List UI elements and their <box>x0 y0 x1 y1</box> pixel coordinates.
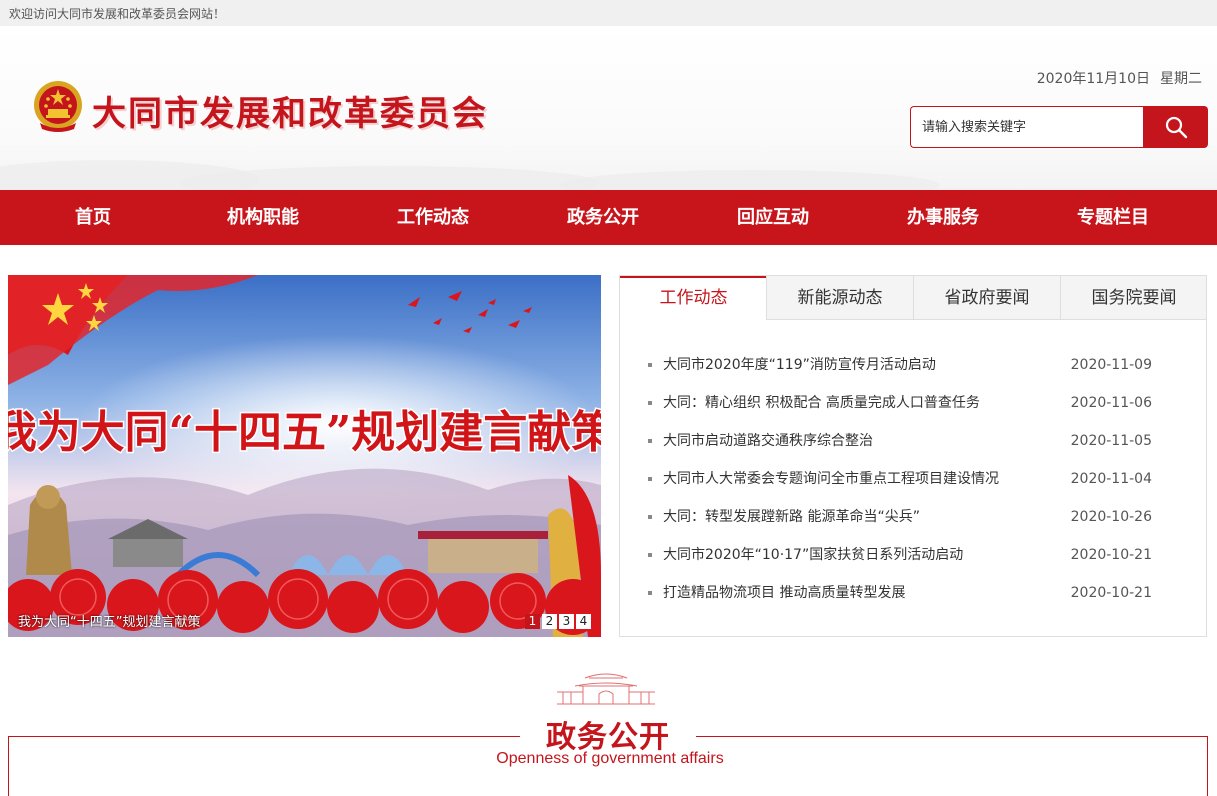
news-title[interactable]: 大同：精心组织 积极配合 高质量完成人口普查任务 <box>663 392 980 414</box>
current-date: 2020年11月10日 星期二 <box>1037 68 1202 88</box>
bullet-icon <box>648 591 652 595</box>
bullet-icon <box>648 439 652 443</box>
banner-slider[interactable]: 我为大同“十四五”规划建言献策 我为大同“十四五”规划建言献策 1 2 3 4 <box>8 275 601 637</box>
search-input[interactable] <box>910 106 1143 148</box>
news-panel: 工作动态 新能源动态 省政府要闻 国务院要闻 大同市2020年度“119”消防宣… <box>619 275 1207 637</box>
news-list: 大同市2020年度“119”消防宣传月活动启动 2020-11-09 大同：精心… <box>648 354 1178 620</box>
section-title-wrap: 政务公开 <box>520 712 696 755</box>
tab-state-council-news[interactable]: 国务院要闻 <box>1060 276 1207 320</box>
site-title: 大同市发展和改革委员会 <box>92 94 488 134</box>
nav-item-interaction[interactable]: 回应互动 <box>688 190 858 245</box>
news-date: 2020-11-06 <box>1070 395 1152 411</box>
news-date: 2020-10-26 <box>1070 509 1152 525</box>
site-header: 大同市发展和改革委员会 2020年11月10日 星期二 <box>0 26 1217 190</box>
news-title[interactable]: 大同市启动道路交通秩序综合整治 <box>663 430 873 452</box>
list-item[interactable]: 大同市2020年度“119”消防宣传月活动启动 2020-11-09 <box>648 354 1178 392</box>
list-item[interactable]: 大同市启动道路交通秩序综合整治 2020-11-05 <box>648 430 1178 468</box>
welcome-bar: 欢迎访问大同市发展和改革委员会网站！ <box>0 0 1217 26</box>
cloud-decoration <box>560 170 940 190</box>
search-icon <box>1165 116 1187 139</box>
pager-dot-1[interactable]: 1 <box>525 614 540 629</box>
bullet-icon <box>648 515 652 519</box>
nav-item-government-affairs[interactable]: 政务公开 <box>518 190 688 245</box>
main-nav: 首页 机构职能 工作动态 政务公开 回应互动 办事服务 专题栏目 <box>0 190 1217 245</box>
pager-dot-3[interactable]: 3 <box>559 614 574 629</box>
weekday-text: 星期二 <box>1160 71 1202 87</box>
banner-caption[interactable]: 我为大同“十四五”规划建言献策 <box>18 611 200 630</box>
news-date: 2020-10-21 <box>1070 585 1152 601</box>
nav-item-work-news[interactable]: 工作动态 <box>348 190 518 245</box>
bullet-icon <box>648 553 652 557</box>
pager-dot-2[interactable]: 2 <box>542 614 557 629</box>
banner-image: 我为大同“十四五”规划建言献策 <box>8 275 601 637</box>
nav-item-organization[interactable]: 机构职能 <box>178 190 348 245</box>
list-item[interactable]: 大同市人大常委会专题询问全市重点工程项目建设情况 2020-11-04 <box>648 468 1178 506</box>
news-tabs: 工作动态 新能源动态 省政府要闻 国务院要闻 <box>620 276 1207 321</box>
banner-pager: 1 2 3 4 <box>525 614 591 629</box>
list-item[interactable]: 大同：精心组织 积极配合 高质量完成人口普查任务 2020-11-06 <box>648 392 1178 430</box>
news-title[interactable]: 大同市人大常委会专题询问全市重点工程项目建设情况 <box>663 468 999 490</box>
tab-province-news[interactable]: 省政府要闻 <box>913 276 1060 320</box>
search-button[interactable] <box>1143 106 1208 148</box>
bullet-icon <box>648 477 652 481</box>
national-emblem-icon <box>34 81 82 132</box>
nav-item-services[interactable]: 办事服务 <box>858 190 1028 245</box>
list-item[interactable]: 大同市2020年“10·17”国家扶贫日系列活动启动 2020-10-21 <box>648 544 1178 582</box>
list-item[interactable]: 大同：转型发展蹚新路 能源革命当“尖兵” 2020-10-26 <box>648 506 1178 544</box>
welcome-text: 欢迎访问大同市发展和改革委员会网站！ <box>9 7 226 21</box>
news-title[interactable]: 大同：转型发展蹚新路 能源革命当“尖兵” <box>663 506 920 528</box>
section-subtitle: Openness of government affairs <box>496 750 724 767</box>
bullet-icon <box>648 401 652 405</box>
news-date: 2020-11-04 <box>1070 471 1152 487</box>
news-title[interactable]: 大同市2020年度“119”消防宣传月活动启动 <box>663 354 936 376</box>
search-box <box>910 106 1208 148</box>
pager-dot-4[interactable]: 4 <box>576 614 591 629</box>
news-title[interactable]: 大同市2020年“10·17”国家扶贫日系列活动启动 <box>663 544 963 566</box>
bullet-icon <box>648 363 652 367</box>
list-item[interactable]: 打造精品物流项目 推动高质量转型发展 2020-10-21 <box>648 582 1178 620</box>
tab-new-energy[interactable]: 新能源动态 <box>766 276 913 320</box>
news-date: 2020-11-05 <box>1070 433 1152 449</box>
news-title[interactable]: 打造精品物流项目 推动高质量转型发展 <box>663 582 905 604</box>
cloud-decoration <box>180 166 600 190</box>
gate-tower-icon <box>557 673 655 705</box>
news-date: 2020-11-09 <box>1070 357 1152 373</box>
news-date: 2020-10-21 <box>1070 547 1152 563</box>
nav-item-special-topics[interactable]: 专题栏目 <box>1028 190 1198 245</box>
banner-headline: 我为大同“十四五”规划建言献策 <box>8 407 601 458</box>
date-text: 2020年11月10日 <box>1036 71 1150 87</box>
nav-item-home[interactable]: 首页 <box>8 190 178 245</box>
tab-work-news[interactable]: 工作动态 <box>620 276 767 321</box>
